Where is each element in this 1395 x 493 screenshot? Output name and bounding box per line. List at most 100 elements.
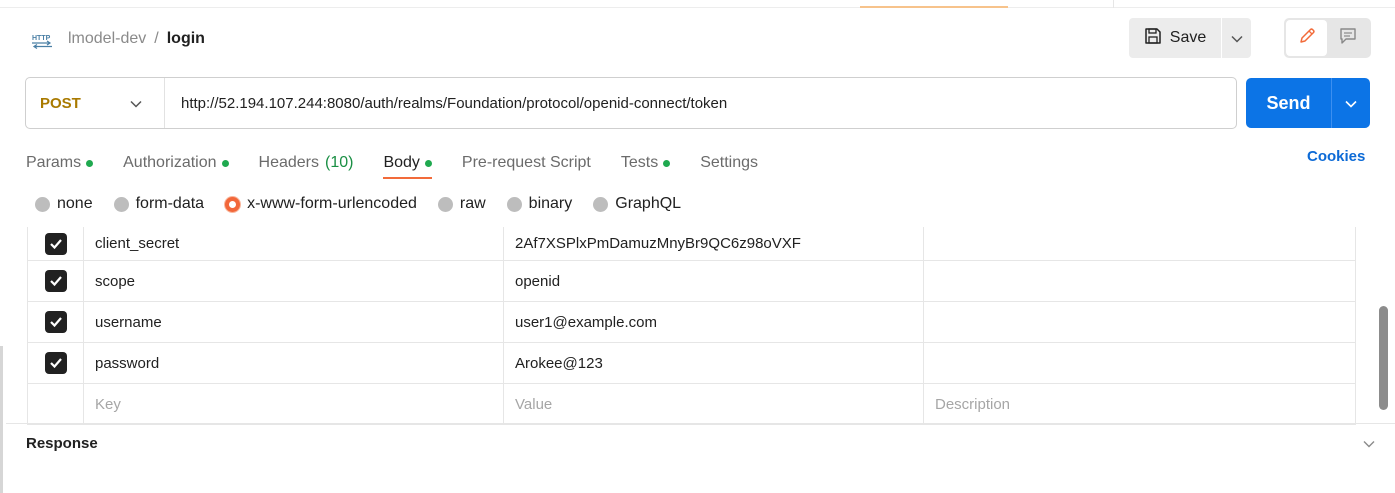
body-type-radios: none form-data x-www-form-urlencoded raw… xyxy=(35,193,702,215)
save-button[interactable]: Save xyxy=(1129,18,1221,58)
radio-none[interactable]: none xyxy=(35,195,93,213)
send-button[interactable]: Send xyxy=(1246,78,1331,128)
radio-form-data[interactable]: form-data xyxy=(113,195,205,213)
save-group: Save xyxy=(1129,18,1251,58)
description-cell[interactable] xyxy=(924,261,1355,301)
tab-label: Pre-request Script xyxy=(461,154,591,171)
description-cell[interactable] xyxy=(924,302,1355,342)
key-cell[interactable]: username xyxy=(84,302,504,342)
radio-binary[interactable]: binary xyxy=(506,195,573,213)
table-row: password Arokee@123 xyxy=(28,343,1355,384)
breadcrumb-collection[interactable]: lmodel-dev xyxy=(68,30,146,48)
key-cell[interactable]: client_secret xyxy=(84,227,504,260)
table-row: scope openid xyxy=(28,261,1355,302)
row-checkbox-cell xyxy=(28,343,84,383)
checkbox-checked[interactable] xyxy=(44,232,67,255)
checkbox-checked[interactable] xyxy=(44,311,67,333)
params-table: client_secret 2Af7XSPlxPmDamuzMnyBr9QC6z… xyxy=(27,227,1356,425)
tab-label: Params xyxy=(26,154,82,171)
row-checkbox-cell xyxy=(28,261,84,301)
send-dropdown-button[interactable] xyxy=(1331,78,1370,128)
key-cell[interactable]: password xyxy=(84,343,504,383)
url-input[interactable] xyxy=(165,78,1236,128)
request-tabs: Params Authorization Headers (10) Body Pr… xyxy=(26,148,788,179)
status-dot xyxy=(86,159,94,167)
comment-mode-button[interactable] xyxy=(1327,20,1368,56)
method-select[interactable]: POST xyxy=(26,78,165,128)
pencil-icon xyxy=(1298,27,1316,49)
method-label: POST xyxy=(40,94,81,112)
radio-raw[interactable]: raw xyxy=(437,195,486,213)
status-dot xyxy=(663,159,671,167)
save-label: Save xyxy=(1169,29,1207,46)
tab-settings[interactable]: Settings xyxy=(700,148,758,178)
tab-label: Headers xyxy=(258,154,319,171)
radio-label: x-www-form-urlencoded xyxy=(247,195,417,212)
radio-x-www-form-urlencoded[interactable]: x-www-form-urlencoded xyxy=(225,195,417,213)
checkbox-checked[interactable] xyxy=(44,352,67,374)
value-placeholder[interactable]: Value xyxy=(504,384,924,424)
radio-circle xyxy=(437,196,453,212)
status-dot xyxy=(221,159,229,167)
chevron-down-icon xyxy=(1230,30,1243,47)
key-placeholder[interactable]: Key xyxy=(84,384,504,424)
breadcrumb-separator: / xyxy=(154,30,159,47)
response-panel-header[interactable]: Response xyxy=(6,423,1395,463)
radio-label: form-data xyxy=(135,195,205,212)
value-cell[interactable]: 2Af7XSPlxPmDamuzMnyBr9QC6z98oVXF xyxy=(504,227,924,260)
radio-label: none xyxy=(57,195,93,212)
breadcrumb: HTTP lmodel-dev / login xyxy=(30,24,205,54)
save-dropdown-button[interactable] xyxy=(1221,18,1251,58)
tab-body[interactable]: Body xyxy=(383,148,433,179)
tab-pre-request-script[interactable]: Pre-request Script xyxy=(462,148,591,178)
radio-label: GraphQL xyxy=(615,195,682,212)
chevron-down-icon xyxy=(1345,95,1357,112)
chevron-down-icon xyxy=(130,95,142,112)
description-cell[interactable] xyxy=(924,343,1355,383)
chevron-down-icon[interactable] xyxy=(1363,435,1375,452)
cookies-link[interactable]: Cookies xyxy=(1307,148,1365,168)
tab-params[interactable]: Params xyxy=(26,148,94,178)
value-cell[interactable]: user1@example.com xyxy=(504,302,924,342)
vertical-scrollbar[interactable] xyxy=(1379,306,1388,410)
edit-mode-button[interactable] xyxy=(1286,20,1327,56)
tab-label: Body xyxy=(383,154,420,171)
top-divider xyxy=(1113,0,1114,8)
tab-authorization[interactable]: Authorization xyxy=(123,148,229,178)
radio-circle xyxy=(593,196,609,212)
description-placeholder[interactable]: Description xyxy=(924,384,1355,424)
value-cell[interactable]: Arokee@123 xyxy=(504,343,924,383)
save-icon xyxy=(1144,27,1162,50)
row-checkbox-cell xyxy=(28,227,84,260)
response-title: Response xyxy=(26,435,98,452)
tab-label: Settings xyxy=(700,154,759,171)
radio-circle xyxy=(35,196,50,212)
request-name[interactable]: login xyxy=(167,30,205,48)
tab-label: Authorization xyxy=(123,154,217,171)
value-cell[interactable]: openid xyxy=(504,261,924,301)
left-edge-bar xyxy=(0,346,3,493)
tab-label: Tests xyxy=(620,154,659,171)
active-tab-indicator xyxy=(860,6,1008,8)
checkbox-checked[interactable] xyxy=(44,270,67,292)
tab-tests[interactable]: Tests xyxy=(620,148,671,178)
table-row: client_secret 2Af7XSPlxPmDamuzMnyBr9QC6z… xyxy=(28,227,1355,261)
status-dot xyxy=(424,159,432,167)
radio-label: binary xyxy=(528,195,573,212)
description-cell[interactable] xyxy=(924,227,1355,260)
radio-circle-selected xyxy=(225,196,241,212)
tab-headers[interactable]: Headers (10) xyxy=(259,148,354,178)
table-row: username user1@example.com xyxy=(28,302,1355,343)
radio-label: raw xyxy=(459,195,486,212)
view-mode-toggle xyxy=(1284,18,1371,58)
row-checkbox-cell xyxy=(28,302,84,342)
url-bar: POST xyxy=(25,77,1237,129)
key-cell[interactable]: scope xyxy=(84,261,504,301)
radio-circle xyxy=(506,196,522,212)
headers-count: (10) xyxy=(325,154,354,171)
send-group: Send xyxy=(1246,78,1370,128)
radio-graphql[interactable]: GraphQL xyxy=(593,195,681,213)
radio-circle xyxy=(113,196,129,212)
http-icon: HTTP xyxy=(30,29,54,49)
top-strip xyxy=(0,0,1395,8)
